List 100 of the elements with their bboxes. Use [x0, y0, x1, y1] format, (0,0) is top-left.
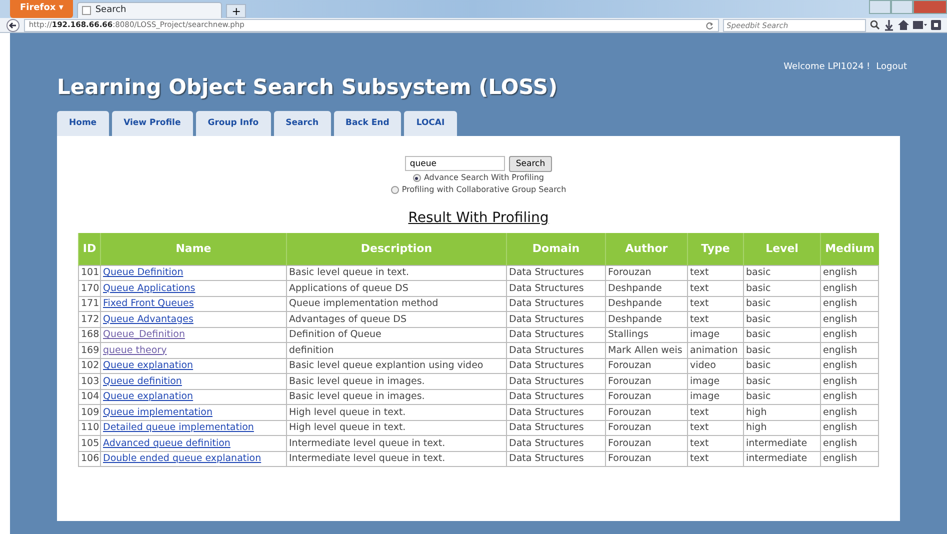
table-cell: 102: [78, 358, 100, 374]
table-cell: Forouzan: [606, 374, 688, 389]
table-cell: basic: [744, 342, 820, 358]
table-cell: basic: [744, 312, 820, 327]
table-cell: Definition of Queue: [286, 327, 506, 342]
welcome-text: Welcome LPI1024 !: [784, 61, 870, 74]
nav-tab[interactable]: View Profile: [112, 111, 193, 136]
table-cell: Data Structures: [506, 358, 606, 374]
table-cell: Stallings: [606, 327, 688, 342]
logout-link[interactable]: Logout: [876, 61, 907, 74]
table-cell: 169: [78, 342, 100, 358]
table-cell: Data Structures: [506, 451, 606, 466]
table-cell: video: [688, 358, 744, 374]
table-cell: image: [688, 327, 744, 342]
table-cell: Intermediate level queue in text.: [286, 436, 506, 451]
table-cell: english: [820, 342, 878, 358]
table-cell: text: [688, 451, 744, 466]
table-cell: High level queue in text.: [286, 420, 506, 436]
column-header: Type: [688, 233, 744, 265]
table-cell: text: [688, 436, 744, 451]
column-header: ID: [78, 233, 100, 265]
site-title: Learning Object Search Subsystem (LOSS): [57, 75, 558, 100]
table-cell: english: [820, 420, 878, 436]
table-cell: Data Structures: [506, 312, 606, 327]
search-button[interactable]: Search: [508, 156, 552, 172]
page-icon: [82, 6, 92, 15]
table-cell: english: [820, 280, 878, 296]
table-cell: Data Structures: [506, 404, 606, 420]
table-cell: high: [744, 420, 820, 436]
table-cell: 110: [78, 420, 100, 436]
table-cell: Data Structures: [506, 296, 606, 312]
stop-icon[interactable]: [931, 20, 941, 30]
table-cell: Applications of queue DS: [286, 280, 506, 296]
download-icon[interactable]: [884, 20, 894, 30]
table-cell: 170: [78, 280, 100, 296]
table-cell: Deshpande: [606, 280, 688, 296]
table-cell: english: [820, 451, 878, 466]
table-cell: Forouzan: [606, 436, 688, 451]
table-cell: Forouzan: [606, 451, 688, 466]
table-cell: Mark Allen weis: [606, 342, 688, 358]
new-tab-button[interactable]: +: [226, 4, 246, 18]
table-cell: text: [688, 420, 744, 436]
table-cell: 106: [78, 451, 100, 466]
table-cell: basic: [744, 265, 820, 280]
radio-button[interactable]: [390, 186, 399, 194]
reload-icon[interactable]: [704, 20, 714, 30]
table-cell: text: [688, 296, 744, 312]
table-cell: basic: [744, 280, 820, 296]
nav-tab[interactable]: Home: [57, 111, 109, 136]
table-cell: english: [820, 374, 878, 389]
nav-tab[interactable]: Search: [274, 111, 331, 136]
column-header: Description: [286, 233, 506, 265]
search-field[interactable]: queue: [404, 156, 505, 171]
table-cell: Basic level queue in text.: [286, 265, 506, 280]
home-icon[interactable]: [898, 20, 910, 30]
table-cell: 104: [78, 389, 100, 404]
browser-tab[interactable]: Search: [77, 2, 222, 18]
table-cell: text: [688, 265, 744, 280]
table-cell: Basic level queue explantion using video: [286, 358, 506, 374]
table-cell: Data Structures: [506, 265, 606, 280]
column-header: Domain: [506, 233, 606, 265]
table-cell: definition: [286, 342, 506, 358]
table-cell: basic: [744, 374, 820, 389]
table-cell: 103: [78, 374, 100, 389]
table-cell: Advantages of queue DS: [286, 312, 506, 327]
table-cell: intermediate: [744, 436, 820, 451]
table-cell: Deshpande: [606, 312, 688, 327]
table-cell: english: [820, 327, 878, 342]
radio-button[interactable]: [412, 174, 421, 182]
nav-tab[interactable]: LOCAI: [404, 111, 457, 136]
table-cell: 168: [78, 327, 100, 342]
back-icon[interactable]: [6, 18, 20, 32]
table-cell: Forouzan: [606, 389, 688, 404]
table-cell: Forouzan: [606, 420, 688, 436]
table-cell: Data Structures: [506, 280, 606, 296]
column-header: Medium: [820, 233, 878, 265]
table-cell: 171: [78, 296, 100, 312]
table-cell: Basic level queue in images.: [286, 389, 506, 404]
table-cell: english: [820, 358, 878, 374]
nav-tab[interactable]: Group Info: [196, 111, 271, 136]
table-cell: Data Structures: [506, 436, 606, 451]
table-cell: basic: [744, 327, 820, 342]
column-header: Level: [744, 233, 820, 265]
table-cell: Forouzan: [606, 404, 688, 420]
table-cell: image: [688, 389, 744, 404]
table-cell: english: [820, 312, 878, 327]
table-cell: english: [820, 389, 878, 404]
option-label: Advance Search With Profiling: [424, 172, 544, 184]
search-icon[interactable]: [870, 20, 880, 30]
table-cell: Queue implementation method: [286, 296, 506, 312]
table-cell: Data Structures: [506, 342, 606, 358]
table-cell: Forouzan: [606, 265, 688, 280]
column-header: Name: [100, 233, 286, 265]
table-cell: text: [688, 404, 744, 420]
table-cell: 109: [78, 404, 100, 420]
table-cell: image: [688, 374, 744, 389]
table-cell: Intermediate level queue in text.: [286, 451, 506, 466]
nav-tab[interactable]: Back End: [334, 111, 402, 136]
table-cell: basic: [744, 389, 820, 404]
table-cell: english: [820, 436, 878, 451]
